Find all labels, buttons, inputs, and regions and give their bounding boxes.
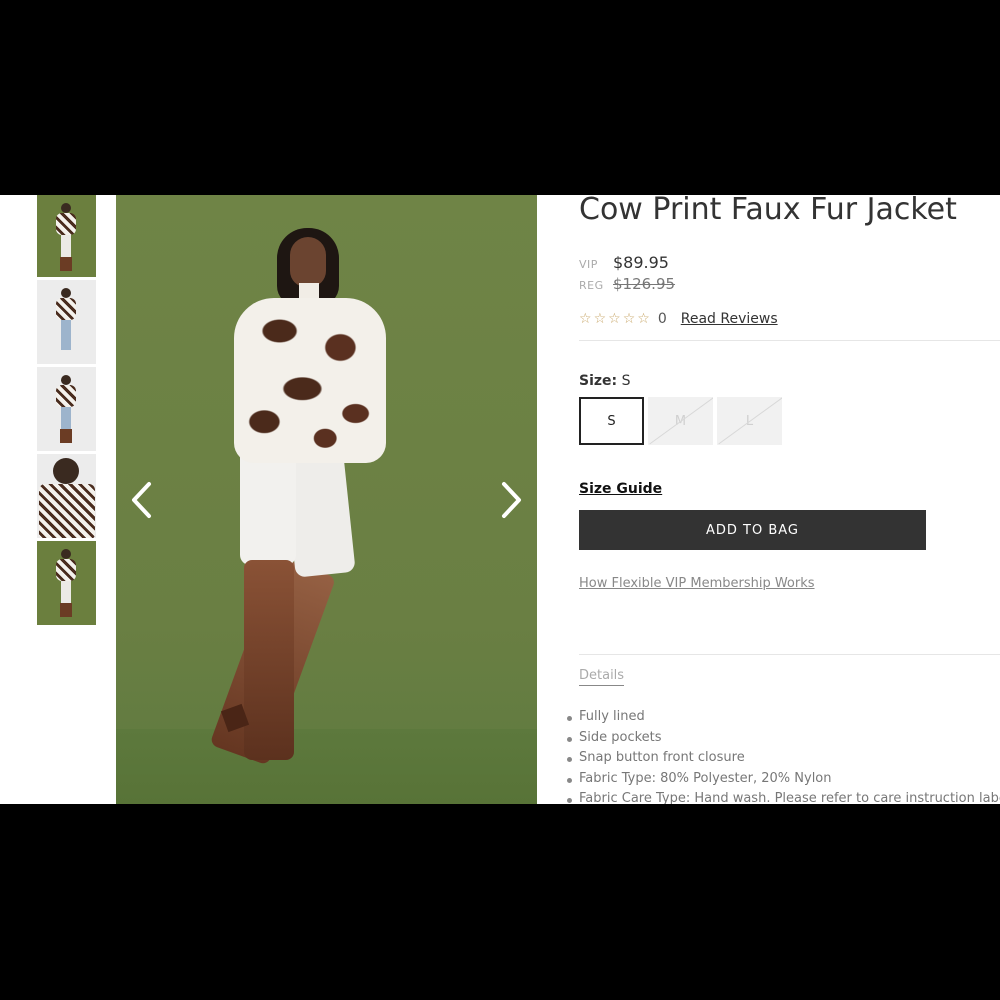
review-count: 0 xyxy=(657,311,667,327)
rating-row: ☆ ☆ ☆ ☆ ☆ 0 Read Reviews xyxy=(579,311,778,327)
regular-price-row: REG $126.95 xyxy=(579,275,675,293)
size-option-l[interactable]: L xyxy=(717,397,782,445)
thumbnail-1[interactable] xyxy=(37,195,96,277)
next-image-button[interactable] xyxy=(491,475,531,525)
reg-label: REG xyxy=(579,279,604,292)
add-to-bag-button[interactable]: ADD TO BAG xyxy=(579,510,926,550)
vip-membership-link[interactable]: How Flexible VIP Membership Works xyxy=(579,576,815,591)
divider xyxy=(579,654,1000,655)
read-reviews-link[interactable]: Read Reviews xyxy=(681,311,778,327)
list-item: Side pockets xyxy=(566,728,1000,749)
star-icon: ☆ xyxy=(637,311,650,327)
size-guide-link[interactable]: Size Guide xyxy=(579,481,662,497)
vip-price: $89.95 xyxy=(613,253,669,272)
size-selection-label: Size: S xyxy=(579,373,630,389)
model-photo xyxy=(116,195,537,804)
selected-size: S xyxy=(621,373,631,389)
list-item: Fabric Care Type: Hand wash. Please refe… xyxy=(566,789,1000,804)
previous-image-button[interactable] xyxy=(122,475,162,525)
regular-price: $126.95 xyxy=(613,275,676,293)
product-title: Cow Print Faux Fur Jacket xyxy=(579,195,957,227)
star-icon: ☆ xyxy=(593,311,607,327)
size-option-s[interactable]: S xyxy=(579,397,644,445)
list-item: Snap button front closure xyxy=(566,748,1000,769)
thumbnail-4[interactable] xyxy=(37,454,96,538)
tab-details[interactable]: Details xyxy=(579,668,625,686)
list-item: Fully lined xyxy=(566,707,1000,728)
thumbnail-5[interactable] xyxy=(37,541,96,625)
size-label: Size: xyxy=(579,373,618,389)
main-product-image[interactable] xyxy=(116,195,537,804)
star-icon: ☆ xyxy=(579,311,592,327)
chevron-right-icon xyxy=(502,482,521,518)
thumbnail-3[interactable] xyxy=(37,367,96,451)
divider xyxy=(579,340,1000,341)
vip-label: VIP xyxy=(579,258,598,271)
chevron-left-icon xyxy=(132,482,151,518)
vip-price-row: VIP $89.95 xyxy=(579,253,669,272)
product-page: Cow Print Faux Fur Jacket VIP $89.95 REG… xyxy=(0,195,1000,804)
star-icon: ☆ xyxy=(608,311,621,327)
size-options: S M L xyxy=(579,397,786,445)
product-details-panel: Cow Print Faux Fur Jacket VIP $89.95 REG… xyxy=(566,195,1000,804)
thumbnail-strip xyxy=(37,195,97,628)
star-icon: ☆ xyxy=(622,311,636,327)
thumbnail-2[interactable] xyxy=(37,280,96,364)
size-option-m[interactable]: M xyxy=(648,397,713,445)
list-item: Fabric Type: 80% Polyester, 20% Nylon xyxy=(566,769,1000,790)
details-list: Fully lined Side pockets Snap button fro… xyxy=(563,707,1000,804)
